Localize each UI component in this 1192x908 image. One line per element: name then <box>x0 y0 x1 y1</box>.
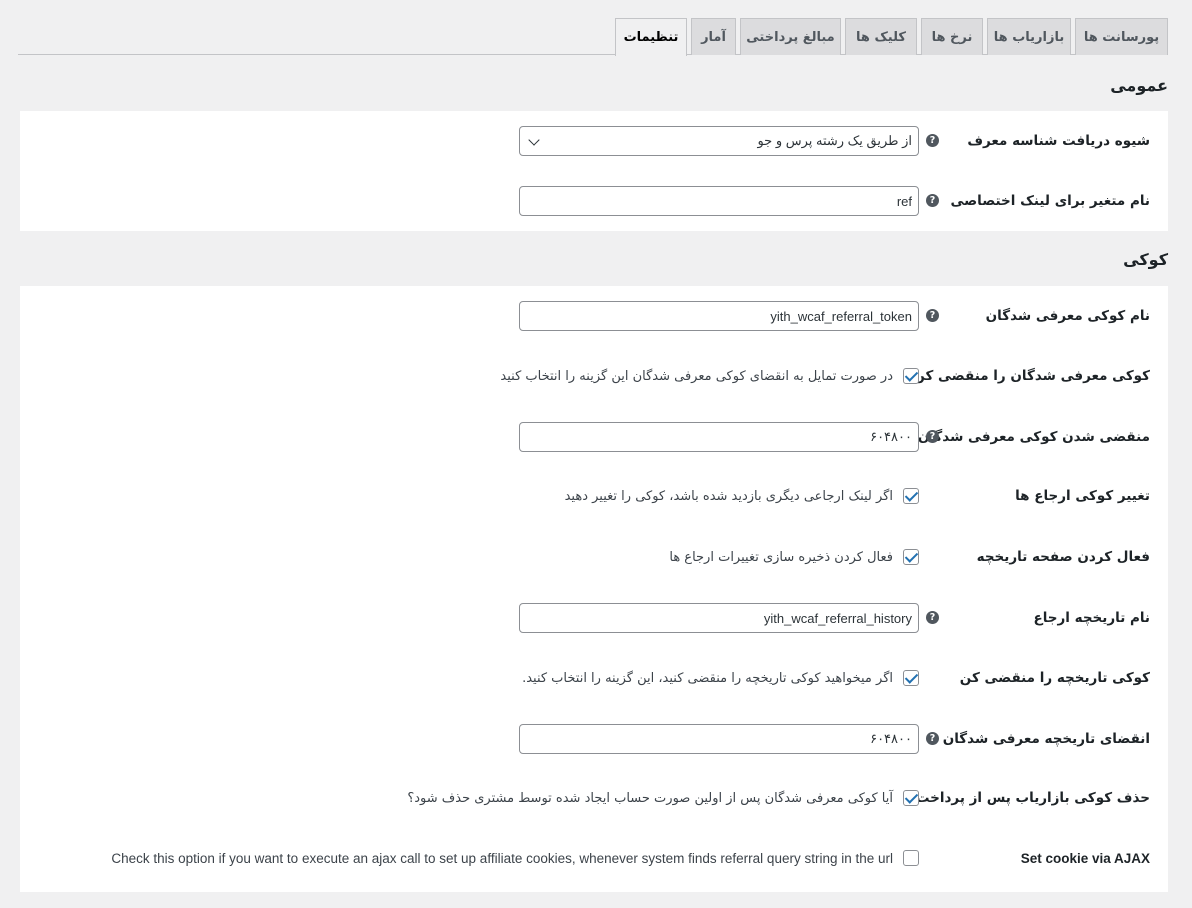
cookie-expiration-row: منقضی شدن کوکی معرفی شدگان ? ۶۰۴۸۰۰ <box>20 422 1168 452</box>
change-cookie-row: تغییر کوکی ارجاع ها اگر لینک ارجاعی دیگر… <box>20 481 1168 511</box>
cookie-name-input[interactable]: yith_wcaf_referral_token <box>519 301 919 331</box>
help-icon[interactable]: ? <box>926 194 939 207</box>
change-cookie-checkbox[interactable] <box>903 488 919 504</box>
ajax-cookie-label: Set cookie via AJAX <box>1020 850 1150 866</box>
history-expiration-label: انقضای تاریخچه معرفی شدگان <box>942 731 1150 747</box>
cookie-expiration-input[interactable]: ۶۰۴۸۰۰ <box>519 422 919 452</box>
delete-after-payment-checkbox[interactable] <box>903 790 919 806</box>
enable-history-row: فعال کردن صفحه تاریخچه فعال کردن ذخیره س… <box>20 542 1168 572</box>
referral-method-select[interactable]: از طریق یک رشته پرس و جو <box>519 126 919 156</box>
change-cookie-label: تغییر کوکی ارجاع ها <box>1015 488 1150 504</box>
history-name-input[interactable]: yith_wcaf_referral_history <box>519 603 919 633</box>
expire-history-row: کوکی تاریخچه را منقضی کن اگر میخواهید کو… <box>20 663 1168 693</box>
cookie-heading: کوکی <box>1123 250 1168 269</box>
history-name-row: نام تاریخچه ارجاع ? yith_wcaf_referral_h… <box>20 603 1168 633</box>
help-icon[interactable]: ? <box>926 430 939 443</box>
link-variable-label: نام متغیر برای لینک اختصاصی <box>950 193 1150 209</box>
chevron-down-icon <box>528 134 540 146</box>
tab-settings[interactable]: تنظیمات <box>615 18 687 56</box>
help-icon[interactable]: ? <box>926 309 939 322</box>
enable-history-label: فعال کردن صفحه تاریخچه <box>976 549 1150 565</box>
ajax-cookie-row: Set cookie via AJAX Check this option if… <box>20 843 1168 873</box>
expire-history-checkbox[interactable] <box>903 670 919 686</box>
enable-history-checkbox[interactable] <box>903 549 919 565</box>
link-variable-row: نام متغیر برای لینک اختصاصی ? ref <box>20 186 1168 216</box>
expire-history-label: کوکی تاریخچه را منقضی کن <box>959 670 1150 686</box>
delete-after-payment-description: آیا کوکی معرفی شدگان پس از اولین صورت حس… <box>407 790 893 806</box>
link-variable-input[interactable]: ref <box>519 186 919 216</box>
tab-clicks[interactable]: کلیک ها <box>845 18 917 55</box>
enable-history-description: فعال کردن ذخیره سازی تغییرات ارجاع ها <box>669 549 893 565</box>
settings-tabs: پورسانت ها بازاریاب ها نرخ ها کلیک ها مب… <box>18 0 1168 56</box>
tab-payments[interactable]: مبالغ پرداختی <box>740 18 841 55</box>
expire-cookie-label: کوکی معرفی شدگان را منقضی کن <box>913 368 1150 384</box>
cookie-panel: نام کوکی معرفی شدگان ? yith_wcaf_referra… <box>20 286 1168 892</box>
referral-method-label: شیوه دریافت شناسه معرف <box>967 133 1150 149</box>
delete-after-payment-label: حذف کوکی بازاریاب پس از پرداخت <box>915 790 1150 806</box>
expire-cookie-checkbox[interactable] <box>903 368 919 384</box>
referral-method-row: شیوه دریافت شناسه معرف ? از طریق یک رشته… <box>20 126 1168 156</box>
expire-cookie-description: در صورت تمایل به انقضای کوکی معرفی شدگان… <box>500 368 893 384</box>
cookie-expiration-label: منقضی شدن کوکی معرفی شدگان <box>917 429 1150 445</box>
help-icon[interactable]: ? <box>926 611 939 624</box>
tab-commissions[interactable]: پورسانت ها <box>1075 18 1168 55</box>
tab-rates[interactable]: نرخ ها <box>921 18 983 55</box>
general-heading: عمومی <box>1110 76 1168 95</box>
general-panel: شیوه دریافت شناسه معرف ? از طریق یک رشته… <box>20 111 1168 231</box>
history-expiration-row: انقضای تاریخچه معرفی شدگان ? ۶۰۴۸۰۰ <box>20 724 1168 754</box>
cookie-name-row: نام کوکی معرفی شدگان ? yith_wcaf_referra… <box>20 301 1168 331</box>
expire-history-description: اگر میخواهید کوکی تاریخچه را منقضی کنید،… <box>522 670 893 686</box>
help-icon[interactable]: ? <box>926 732 939 745</box>
ajax-cookie-checkbox[interactable] <box>903 850 919 866</box>
ajax-cookie-description: Check this option if you want to execute… <box>111 850 893 866</box>
cookie-name-label: نام کوکی معرفی شدگان <box>985 308 1150 324</box>
history-expiration-input[interactable]: ۶۰۴۸۰۰ <box>519 724 919 754</box>
help-icon[interactable]: ? <box>926 134 939 147</box>
tab-affiliates[interactable]: بازاریاب ها <box>987 18 1071 55</box>
change-cookie-description: اگر لینک ارجاعی دیگری بازدید شده باشد، ک… <box>564 488 893 504</box>
history-name-label: نام تاریخچه ارجاع <box>1033 610 1150 626</box>
expire-cookie-row: کوکی معرفی شدگان را منقضی کن در صورت تما… <box>20 361 1168 391</box>
delete-after-payment-row: حذف کوکی بازاریاب پس از پرداخت آیا کوکی … <box>20 783 1168 813</box>
tab-stats[interactable]: آمار <box>691 18 736 55</box>
